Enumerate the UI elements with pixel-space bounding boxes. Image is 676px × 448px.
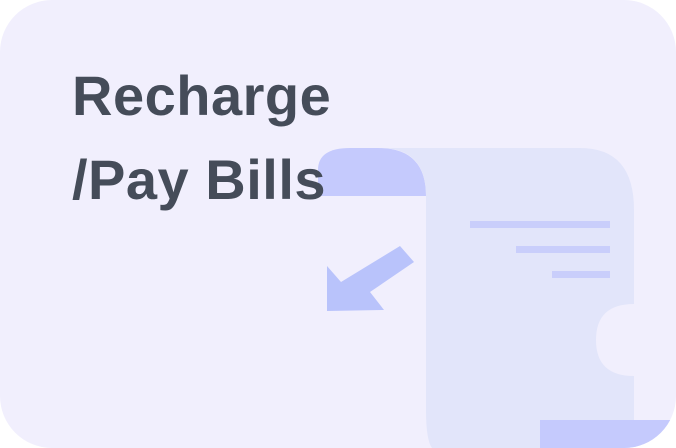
- receipt-line-2: [516, 246, 610, 253]
- arrow-down-left-icon: [327, 246, 414, 311]
- card-title: Recharge /Pay Bills: [72, 54, 331, 222]
- title-line-2: /Pay Bills: [72, 148, 327, 211]
- receipt-line-3: [552, 271, 610, 278]
- title-line-1: Recharge: [72, 64, 332, 127]
- receipt-bottom-curl: [540, 420, 676, 448]
- recharge-pay-bills-card[interactable]: Recharge /Pay Bills: [0, 0, 676, 448]
- receipt-line-1: [470, 221, 610, 228]
